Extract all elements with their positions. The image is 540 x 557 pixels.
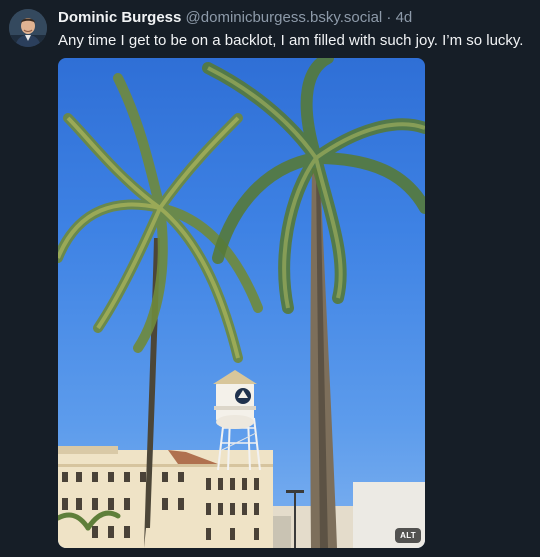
photo-backlot-palms [58,58,425,548]
avatar-image [9,9,47,47]
separator-dot: · [386,9,392,26]
post-card[interactable]: Dominic Burgess @dominicburgess.bsky.soc… [0,0,540,557]
author-handle[interactable]: @dominicburgess.bsky.social [186,9,383,26]
post-header: Dominic Burgess @dominicburgess.bsky.soc… [58,9,532,27]
post-timestamp[interactable]: 4d [396,9,413,26]
alt-text-badge[interactable]: ALT [395,528,421,543]
author-display-name[interactable]: Dominic Burgess [58,9,181,26]
post-image[interactable]: ALT [58,58,425,548]
avatar[interactable] [9,9,47,47]
post-text: Any time I get to be on a backlot, I am … [58,32,524,49]
